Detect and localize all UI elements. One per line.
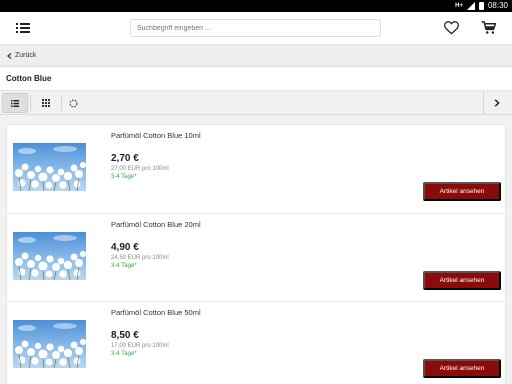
product-name[interactable]: Parfümöl Cotton Blue 10ml xyxy=(111,131,201,140)
product-image[interactable] xyxy=(13,232,86,280)
product-list: Parfümöl Cotton Blue 10ml 2,70 € 27,00 E… xyxy=(6,124,507,384)
heart-icon[interactable] xyxy=(444,21,459,35)
back-bar: Zurück xyxy=(0,45,512,67)
status-bar: H+ 08:30 xyxy=(0,0,512,12)
back-label: Zurück xyxy=(15,52,37,59)
search-input[interactable] xyxy=(130,19,381,37)
product-image[interactable] xyxy=(13,143,86,191)
cotton-flowers-image xyxy=(15,323,86,368)
hamburger-menu-icon[interactable] xyxy=(16,23,30,34)
cotton-flowers-image xyxy=(15,146,86,191)
product-price: 4,90 € xyxy=(111,242,139,253)
product-image[interactable] xyxy=(13,320,86,368)
grid-view-button[interactable] xyxy=(33,93,59,113)
product-price: 8,50 € xyxy=(111,330,139,341)
refresh-button[interactable] xyxy=(60,93,86,113)
view-article-button[interactable]: Artikel ansehen xyxy=(423,359,501,378)
list-view-icon xyxy=(11,99,19,107)
cotton-flowers-image xyxy=(15,235,86,280)
product-item[interactable]: Parfümöl Cotton Blue 50ml 8,50 € 17,00 E… xyxy=(7,301,507,384)
delivery-time: 3-4 Tage* xyxy=(111,174,137,180)
grid-view-icon xyxy=(42,99,50,107)
clock: 08:30 xyxy=(487,1,508,10)
app-header xyxy=(0,12,512,45)
product-item[interactable]: Parfümöl Cotton Blue 10ml 2,70 € 27,00 E… xyxy=(7,125,507,213)
network-type: H+ xyxy=(455,2,463,9)
unit-price: 17,00 EUR pro 100ml xyxy=(111,343,169,349)
title-bar: Cotton Blue xyxy=(0,67,512,91)
list-view-button[interactable] xyxy=(2,93,28,113)
page-title: Cotton Blue xyxy=(6,74,52,83)
next-button[interactable] xyxy=(483,92,510,114)
product-name[interactable]: Parfümöl Cotton Blue 50ml xyxy=(111,308,201,317)
cart-icon[interactable] xyxy=(481,20,496,35)
battery-icon xyxy=(478,1,484,10)
chevron-right-icon xyxy=(494,99,500,107)
chevron-left-icon xyxy=(7,52,12,59)
view-article-button[interactable]: Artikel ansehen xyxy=(423,182,501,201)
view-article-button[interactable]: Artikel ansehen xyxy=(423,271,501,290)
unit-price: 24,50 EUR pro 100ml xyxy=(111,255,169,261)
unit-price: 27,00 EUR pro 100ml xyxy=(111,166,169,172)
product-name[interactable]: Parfümöl Cotton Blue 20ml xyxy=(111,220,201,229)
product-price: 2,70 € xyxy=(111,153,139,164)
back-link[interactable]: Zurück xyxy=(7,52,36,59)
signal-icon xyxy=(466,1,475,10)
view-toolbar xyxy=(0,91,512,115)
loading-spinner-icon xyxy=(69,99,77,107)
delivery-time: 3-4 Tage* xyxy=(111,263,137,269)
delivery-time: 3-4 Tage* xyxy=(111,351,137,357)
product-item[interactable]: Parfümöl Cotton Blue 20ml 4,90 € 24,50 E… xyxy=(7,213,507,301)
